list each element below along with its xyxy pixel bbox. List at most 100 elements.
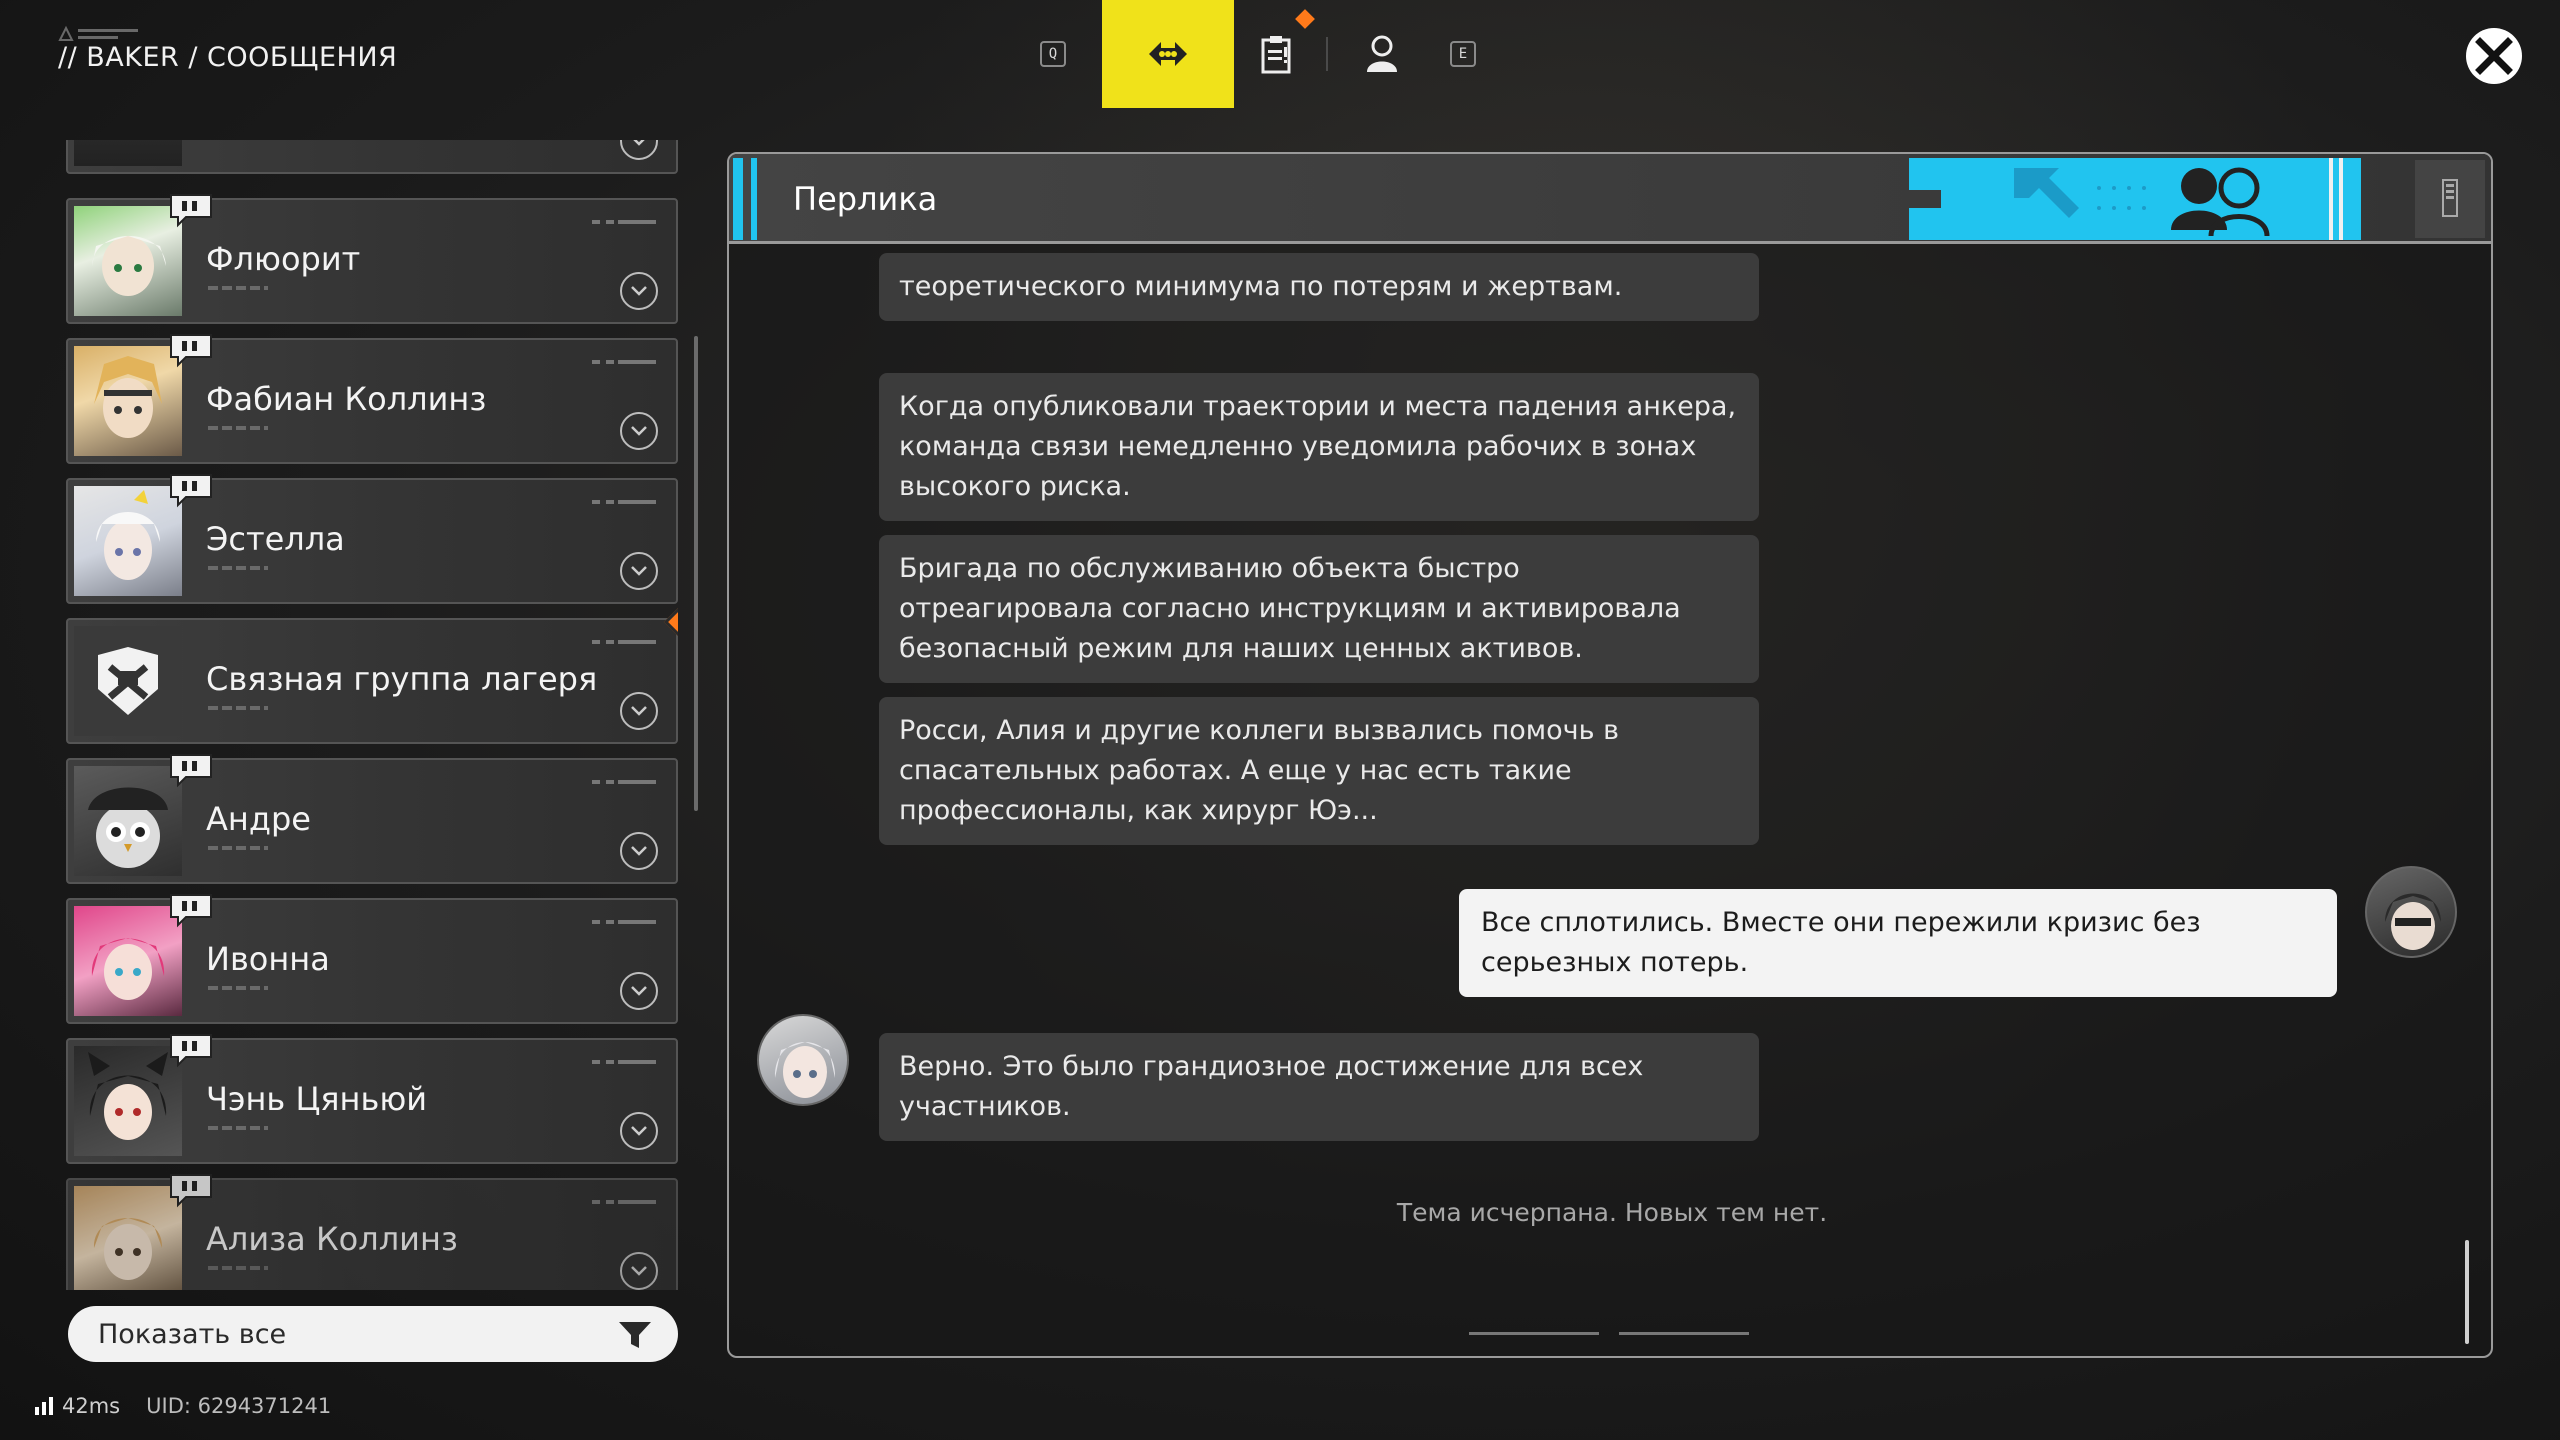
chat-panel: Перлика теоретического минимума по потер… xyxy=(727,152,2493,1358)
message-bubble-icon xyxy=(170,1174,212,1208)
avatar-portrait xyxy=(2385,893,2441,950)
message-bubble-icon xyxy=(170,894,212,928)
contact-item[interactable]: Андре xyxy=(66,754,678,884)
chevron-down-icon xyxy=(631,706,647,716)
avatar-portrait xyxy=(93,1218,163,1280)
status-dots xyxy=(208,426,268,430)
menu-dots xyxy=(592,1060,656,1064)
header-handle xyxy=(2415,160,2485,238)
avatar xyxy=(74,766,182,876)
chevron-down-icon xyxy=(631,566,647,576)
header-accent xyxy=(751,158,757,240)
uid-value: UID: 6294371241 xyxy=(146,1394,332,1418)
contact-name: Чэнь Цяньюй xyxy=(206,1080,428,1118)
avatar xyxy=(74,140,182,166)
notification-diamond xyxy=(1295,9,1315,29)
status-dots xyxy=(208,1266,268,1270)
expand-button[interactable] xyxy=(620,1252,658,1290)
topic-end-notice: Тема исчерпана. Новых тем нет. xyxy=(1396,1198,1828,1227)
contact-item[interactable]: Фабиан Коллинз xyxy=(66,334,678,464)
chevron-down-icon xyxy=(631,1266,647,1276)
expand-button[interactable] xyxy=(620,832,658,870)
message-bubble-icon xyxy=(170,474,212,508)
filter-show-all-button[interactable]: Показать все xyxy=(68,1306,678,1362)
contact-item[interactable]: Чэнь Цяньюй xyxy=(66,1034,678,1164)
chat-title: Перлика xyxy=(793,180,938,218)
contact-name: Андре xyxy=(206,800,311,838)
top-navigation: Q E xyxy=(1040,0,1476,108)
status-dots xyxy=(208,846,268,850)
nav-separator xyxy=(1326,37,1328,71)
camp-emblem-icon xyxy=(98,647,158,715)
contact-name: Связная группа лагеря xyxy=(206,660,598,698)
expand-button[interactable] xyxy=(620,272,658,310)
expand-button[interactable] xyxy=(620,140,658,160)
contact-item[interactable]: Флюорит xyxy=(66,194,678,324)
avatar-portrait xyxy=(92,236,166,296)
expand-button[interactable] xyxy=(620,692,658,730)
message-bubble-icon xyxy=(170,1034,212,1068)
menu-dots xyxy=(592,360,656,364)
tab-messages[interactable] xyxy=(1102,0,1234,108)
header-decoration xyxy=(1909,158,2361,240)
contact-name: Фабиан Коллинз xyxy=(206,380,487,418)
message-bubble-icon xyxy=(170,334,212,368)
message-bubble-incoming: теоретического минимума по потерям и жер… xyxy=(879,253,1759,321)
contact-item[interactable]: Ивонна xyxy=(66,894,678,1024)
header-accent xyxy=(733,158,743,240)
chevron-down-icon xyxy=(631,286,647,296)
status-dots xyxy=(208,286,268,290)
message-bubble-icon xyxy=(170,194,212,228)
status-dots xyxy=(208,1126,268,1130)
contact-item[interactable]: Ализа Коллинз xyxy=(66,1174,678,1290)
chat-arrows-icon xyxy=(1149,42,1187,66)
close-icon xyxy=(2475,37,2513,75)
chevron-down-icon xyxy=(631,986,647,996)
tab-quests[interactable] xyxy=(1234,0,1320,108)
close-button[interactable] xyxy=(2466,28,2522,84)
avatar xyxy=(74,1046,182,1156)
tab-profile[interactable] xyxy=(1334,0,1430,108)
status-dots xyxy=(208,986,268,990)
expand-button[interactable] xyxy=(620,552,658,590)
status-dots xyxy=(208,566,268,570)
contact-name: Ализа Коллинз xyxy=(206,1220,458,1258)
menu-dots xyxy=(592,220,656,224)
sidebar-scrollbar[interactable] xyxy=(694,336,698,811)
chat-scrollbar[interactable] xyxy=(2465,1240,2469,1344)
chat-header: Перлика xyxy=(729,154,2491,244)
avatar xyxy=(74,486,182,596)
message-bubble-incoming: Росси, Алия и другие коллеги вызвались п… xyxy=(879,697,1759,845)
expand-button[interactable] xyxy=(620,972,658,1010)
avatar-portrait xyxy=(88,1052,168,1140)
contact-item[interactable]: Связная группа лагеря xyxy=(66,607,678,744)
quest-log-icon xyxy=(1261,36,1291,74)
status-dots xyxy=(208,706,268,710)
chevron-down-icon xyxy=(631,846,647,856)
message-bubble-icon xyxy=(170,754,212,788)
status-bar: 42ms UID: 6294371241 xyxy=(34,1394,331,1418)
avatar xyxy=(74,626,182,736)
chevron-down-icon xyxy=(631,426,647,436)
avatar-portrait xyxy=(774,1042,836,1098)
contact-name: Флюорит xyxy=(206,240,361,278)
chat-message-area[interactable]: теоретического минимума по потерям и жер… xyxy=(729,249,2491,1356)
contact-list[interactable]: Флюорит Фабиан Коллинз Эстелла Связная г… xyxy=(66,140,678,1290)
avatar-portrait xyxy=(88,787,168,868)
contact-item[interactable]: Эстелла xyxy=(66,474,678,604)
menu-dots xyxy=(592,780,656,784)
avatar xyxy=(74,1186,182,1290)
expand-button[interactable] xyxy=(620,412,658,450)
contact-item-partial[interactable] xyxy=(66,140,678,174)
avatar xyxy=(74,906,182,1016)
breadcrumb: // BAKER / СООБЩЕНИЯ xyxy=(58,42,398,73)
contact-name: Эстелла xyxy=(206,520,345,558)
menu-dots xyxy=(592,920,656,924)
profile-icon xyxy=(1367,35,1397,72)
key-hint-q: Q xyxy=(1040,41,1066,67)
contact-avatar xyxy=(757,1014,849,1106)
expand-button[interactable] xyxy=(620,1112,658,1150)
contact-name: Ивонна xyxy=(206,940,330,978)
avatar-portrait xyxy=(96,490,160,580)
message-bubble-incoming: Бригада по обслуживанию объекта быстро о… xyxy=(879,535,1759,683)
